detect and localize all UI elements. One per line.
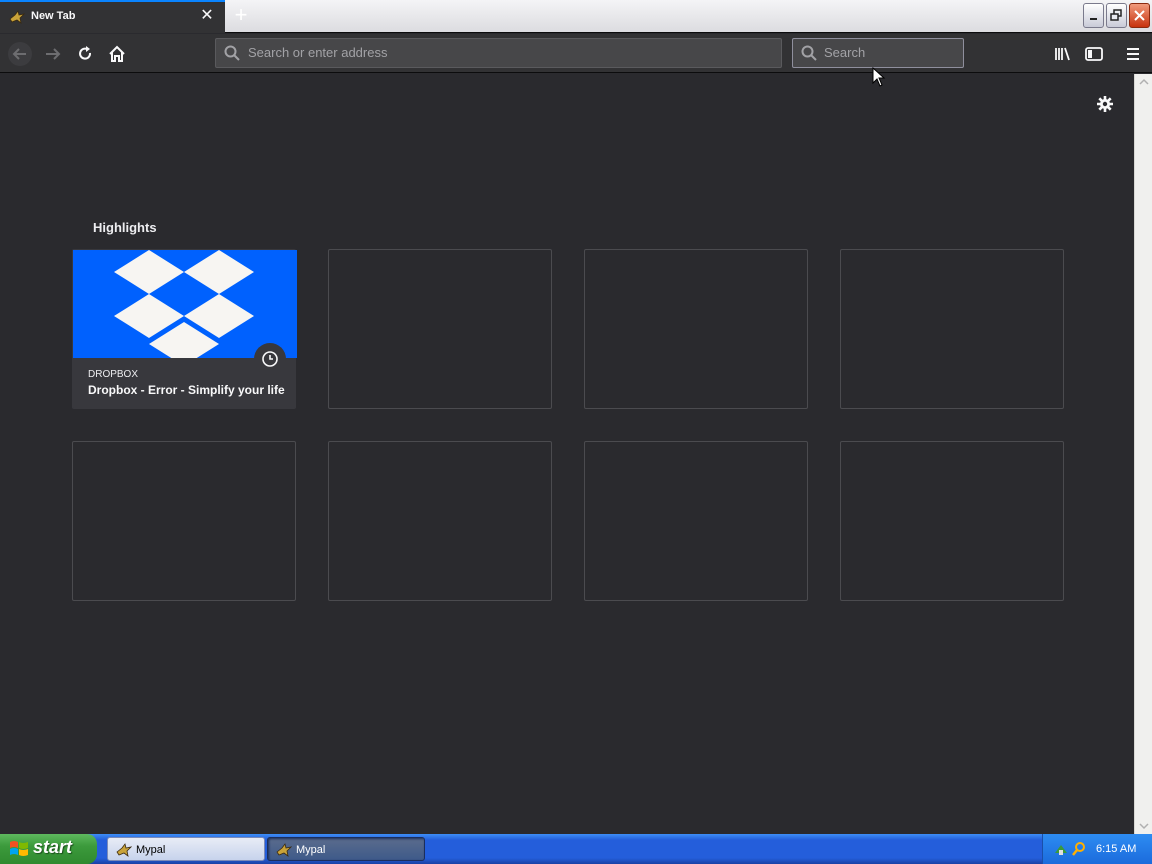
search-icon [801,45,817,61]
restore-icon [1110,9,1122,21]
new-tab-button[interactable]: + [230,4,252,26]
new-tab-page: Highlights DROPBOX Dropbox - Error - Sim… [0,74,1134,834]
empty-card-placeholder [584,249,808,409]
empty-card-placeholder [584,441,808,601]
taskbar-item-label: Mypal [296,844,326,856]
card-thumbnail [73,250,297,358]
dropbox-logo-icon [114,250,254,358]
menu-button[interactable] [1121,42,1145,66]
tab-close-icon[interactable]: ✕ [200,8,214,24]
start-label: start [33,837,73,857]
library-icon [1055,47,1070,61]
minimize-button[interactable] [1083,3,1104,28]
section-title-highlights: Highlights [93,220,157,235]
sidebar-icon [1085,47,1103,61]
tab-strip: New Tab ✕ + [0,0,1152,33]
recent-badge [254,343,286,375]
card-title: Dropbox - Error - Simplify your life [88,383,285,397]
tab-title: New Tab [31,10,76,22]
search-input[interactable] [824,45,954,60]
forward-button[interactable] [41,42,65,66]
library-button[interactable] [1051,42,1075,66]
taskbar-item-mypal-active[interactable]: Mypal [267,837,425,861]
home-button[interactable] [105,42,129,66]
system-tray: 6:15 AM [1042,834,1152,864]
taskbar-item-mypal[interactable]: Mypal [107,837,265,861]
search-icon [224,45,240,61]
mypal-bird-icon [9,10,25,24]
search-tray-icon[interactable] [1071,841,1087,857]
empty-card-placeholder [840,441,1064,601]
address-bar[interactable] [215,38,782,68]
taskbar-item-label: Mypal [136,844,166,856]
reload-icon [79,46,92,60]
empty-card-placeholder [328,441,552,601]
gear-icon [1097,96,1113,112]
mouse-cursor-icon [872,67,886,87]
empty-card-placeholder [328,249,552,409]
close-window-button[interactable] [1129,3,1150,28]
search-bar[interactable] [792,38,964,68]
restore-button[interactable] [1106,3,1127,28]
back-button[interactable] [8,42,32,66]
mypal-bird-icon [116,843,132,857]
taskbar: start Mypal Mypal 6:15 AM [0,834,1152,864]
vertical-scrollbar[interactable] [1134,74,1152,834]
minimize-icon [1090,18,1097,20]
windows-logo-icon [10,841,28,856]
hamburger-menu-icon [1127,48,1139,60]
sidebar-button[interactable] [1082,42,1106,66]
close-icon [1134,10,1145,21]
scroll-down-icon[interactable] [1139,822,1149,830]
reload-button[interactable] [73,42,97,66]
empty-card-placeholder [72,441,296,601]
network-icon[interactable] [1053,841,1069,857]
empty-card-placeholder [840,249,1064,409]
forward-arrow-icon [46,48,61,60]
scroll-up-icon[interactable] [1139,78,1149,86]
clock-icon [262,351,278,367]
customize-button[interactable] [1095,94,1115,114]
clock: 6:15 AM [1096,843,1137,855]
home-icon [109,45,125,62]
mypal-bird-icon [276,843,292,857]
card-host: DROPBOX [88,369,139,380]
start-button[interactable]: start [0,834,97,864]
navigation-toolbar [0,34,1152,73]
highlight-card[interactable]: DROPBOX Dropbox - Error - Simplify your … [72,249,297,409]
url-input[interactable] [248,45,768,60]
tab-new-tab[interactable]: New Tab ✕ [0,0,225,33]
back-arrow-icon [12,48,26,60]
